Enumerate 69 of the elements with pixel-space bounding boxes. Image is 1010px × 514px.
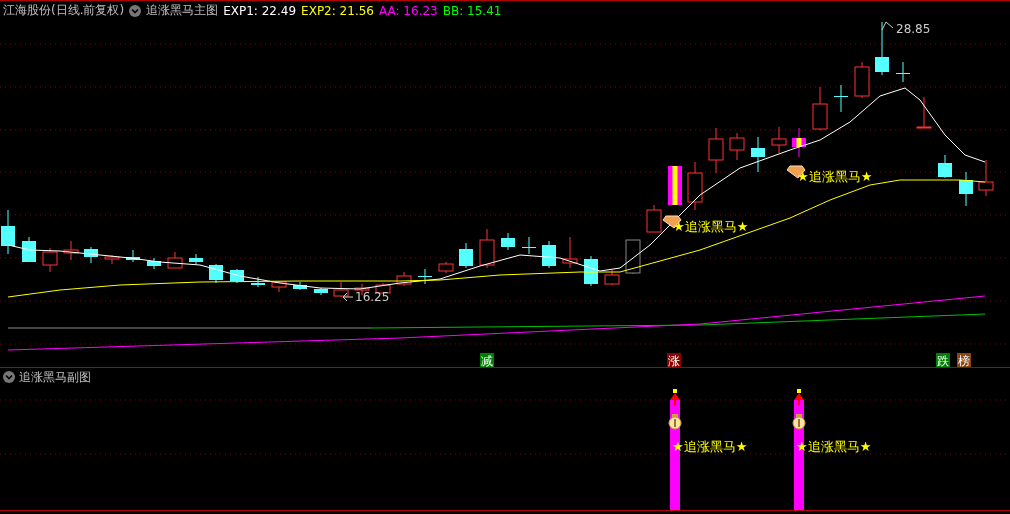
candlestick [42, 247, 58, 273]
indicator-title: 追涨黑马主图 [146, 2, 219, 19]
candlestick [959, 171, 973, 207]
candlestick [812, 86, 828, 131]
candlestick [562, 236, 578, 269]
indicator-value: EXP2: 21.56 [301, 3, 374, 18]
candlestick [875, 21, 889, 76]
candlestick [834, 84, 848, 113]
candlestick [542, 240, 556, 269]
candlestick [771, 126, 787, 154]
signal-tag: 涨 [667, 353, 681, 368]
signal-label: ★追涨黑马★ [797, 169, 873, 184]
candlestick [104, 254, 120, 265]
arrow-icon [794, 389, 804, 405]
sub-chart-title: 追涨黑马副图 [19, 368, 91, 386]
candlestick [333, 281, 349, 298]
candlestick [375, 282, 391, 294]
candlestick [126, 249, 140, 263]
candlestick [501, 232, 515, 251]
candlestick [63, 240, 79, 261]
candlestick [604, 269, 620, 286]
candlestick [251, 276, 265, 288]
signal-tag: 跌 [936, 353, 950, 368]
high-price-label: 28.85 [896, 22, 931, 36]
signal-tag: 榜 [957, 353, 971, 368]
candlestick [854, 61, 870, 99]
dropdown-icon[interactable] [3, 371, 15, 383]
stock-title: 江海股份(日线.前复权) [3, 2, 125, 19]
candlestick [230, 268, 244, 284]
indicator-value: AA: 16.23 [378, 3, 438, 18]
candlestick [522, 236, 536, 255]
candlestick [167, 251, 183, 269]
candlestick [459, 242, 473, 269]
candlestick [729, 132, 745, 161]
candlestick [751, 136, 765, 173]
candlestick [668, 165, 682, 206]
candlestick [209, 263, 223, 284]
candlestick [687, 161, 703, 211]
candlestick [293, 281, 307, 291]
money-bag-icon [792, 414, 806, 430]
leader-line [881, 21, 894, 31]
arrow-icon [342, 292, 354, 302]
candlestick [792, 127, 806, 158]
candlestick [147, 257, 161, 270]
candlestick [479, 228, 495, 269]
candlestick [916, 96, 932, 129]
candlestick [396, 271, 412, 287]
candlestick [625, 239, 641, 275]
dropdown-icon[interactable] [129, 4, 142, 17]
candlestick [22, 236, 36, 263]
candlestick [271, 281, 287, 293]
candlestick [189, 253, 203, 265]
indicator-value: EXP1: 22.49 [223, 3, 297, 18]
candlestick [438, 261, 454, 274]
candlestick [978, 159, 994, 197]
candlestick [938, 154, 952, 179]
candlestick [896, 61, 910, 83]
signal-label: ★追涨黑马★ [673, 219, 749, 234]
candlestick [84, 246, 98, 264]
money-bag-icon [668, 414, 682, 430]
candlestick [314, 287, 328, 296]
arrow-icon [670, 389, 680, 405]
candlestick [1, 209, 15, 255]
low-price-label: 16.25 [355, 290, 390, 304]
candlestick [418, 268, 432, 285]
indicator-value: BB: 15.41 [442, 3, 502, 18]
candlestick [708, 127, 724, 174]
candlestick [646, 204, 662, 233]
signal-tag: 减 [480, 353, 494, 368]
